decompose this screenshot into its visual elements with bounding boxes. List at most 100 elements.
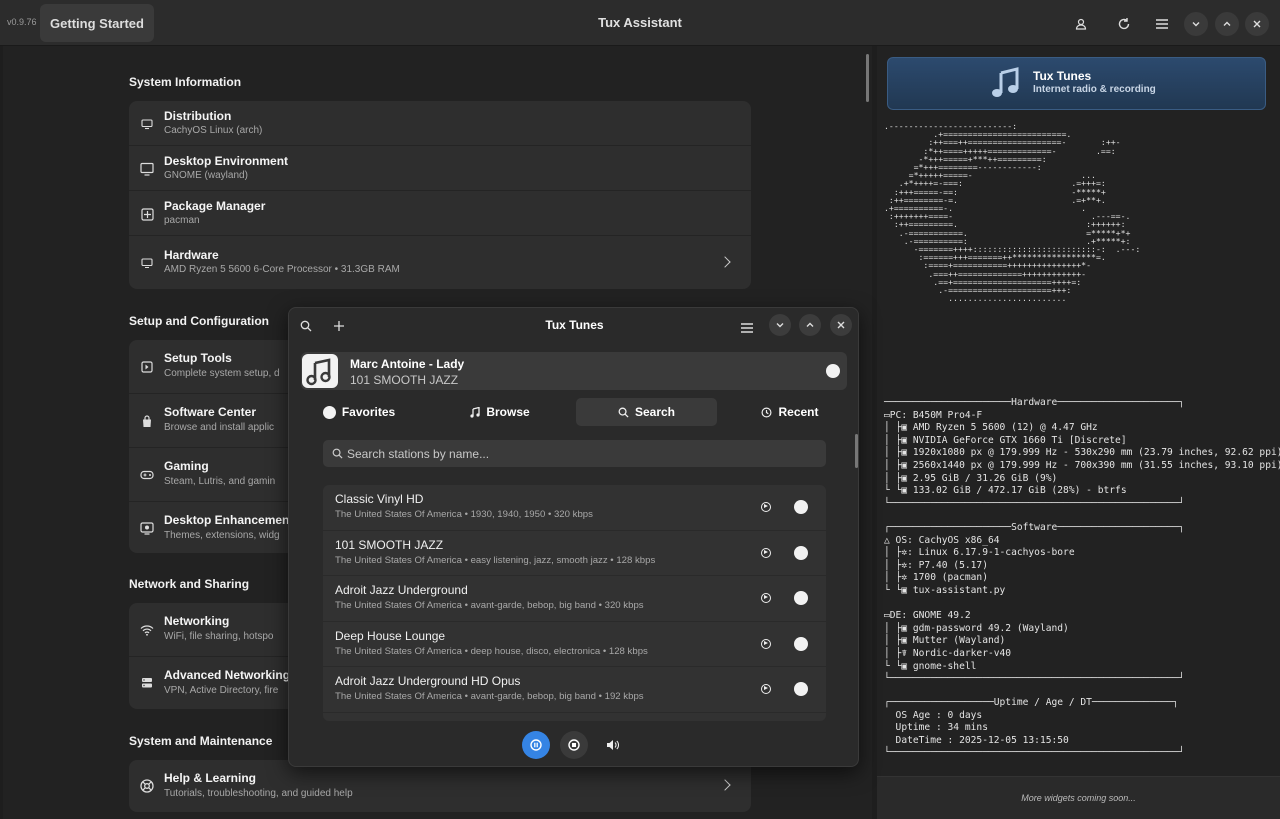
tux-tunes-title: Tux Tunes [1033,69,1092,83]
title-bar: v0.9.76 Getting Started Tux Assistant [0,0,1280,46]
row-title: Help & Learning [164,771,257,785]
row-subtitle: Complete system setup, d [164,368,280,379]
play-icon[interactable] [761,502,771,512]
fastfetch-uptime: ┌──────────────────Uptime / Age / DT────… [884,697,1185,759]
row-subtitle: Steam, Lutris, and gamin [164,476,276,487]
row-hardware[interactable]: Hardware AMD Ryzen 5 5600 6-Core Process… [129,236,751,289]
user-icon[interactable] [1069,12,1093,36]
tunes-tabs: Favorites Browse Search Recent [289,398,858,426]
tunes-scrollbar[interactable] [855,434,858,468]
tab-recent[interactable]: Recent [755,398,825,426]
station-list: Classic Vinyl HD The United States Of Am… [323,485,826,721]
favorite-toggle[interactable] [794,545,808,560]
favorite-toggle[interactable] [794,500,808,514]
desktop-enhance-icon [139,520,155,536]
getting-started-button[interactable]: Getting Started [40,4,154,42]
tab-label: Recent [778,405,819,419]
minimize-icon[interactable] [1184,12,1208,36]
tab-search[interactable]: Search [576,398,717,426]
section-title-system-information: System Information [129,75,242,89]
row-subtitle: CachyOS Linux (arch) [164,125,263,136]
row-subtitle: pacman [164,215,200,226]
maximize-icon[interactable] [799,314,821,336]
now-playing: Marc Antoine - Lady 101 SMOOTH JAZZ [301,352,847,390]
row-package-manager: Package Manager pacman [129,191,751,236]
station-name: Classic Vinyl HD [335,492,424,506]
station-name: Adroit Jazz Underground [335,583,468,597]
tab-label: Favorites [341,405,396,419]
row-subtitle: Themes, extensions, widg [164,530,280,541]
fastfetch-hardware: ──────────────────────Hardware──────────… [884,397,1280,509]
gamepad-icon [139,467,155,483]
maximize-icon[interactable] [1215,12,1239,36]
row-title: Networking [164,614,230,628]
list-item[interactable]: Deep House Lounge The United States Of A… [323,621,826,667]
distro-ascii-logo: .-------------------------: .+==========… [884,121,1141,304]
help-icon [139,778,155,794]
station-search-input[interactable] [347,440,817,467]
list-item[interactable]: Classic Vinyl HD The United States Of Am… [323,485,826,531]
row-title: Distribution [164,109,232,123]
close-icon[interactable] [830,314,852,336]
widgets-footer: More widgets coming soon... [877,776,1280,819]
tab-browse[interactable]: Browse [465,398,535,426]
menu-icon[interactable] [1150,12,1174,36]
shopping-bag-icon [139,413,155,429]
row-title: Desktop Enhancement [164,513,294,527]
play-icon[interactable] [761,547,771,558]
tab-favorites[interactable]: Favorites [319,398,399,426]
section-title-system-and-maintenance: System and Maintenance [129,734,273,748]
system-maintenance-card: Help & Learning Tutorials, troubleshooti… [129,760,751,812]
section-title-setup-and-configuration: Setup and Configuration [129,314,269,328]
play-icon[interactable] [761,638,771,649]
favorite-toggle[interactable] [794,636,808,651]
row-title: Gaming [164,459,209,473]
list-item[interactable] [323,712,826,721]
row-title: Software Center [164,405,257,419]
station-details: The United States Of America • 1930, 194… [335,509,593,520]
tab-label: Browse [486,405,530,419]
volume-button[interactable] [598,731,626,759]
list-item[interactable]: 101 SMOOTH JAZZ The United States Of Ame… [323,530,826,576]
volume-icon [606,740,619,750]
tab-label: Search [634,405,676,419]
package-icon [139,206,155,222]
app-title: Tux Assistant [598,15,682,30]
row-subtitle: WiFi, file sharing, hotspo [164,631,274,642]
system-information-card: Distribution CachyOS Linux (arch) Deskto… [129,101,751,289]
list-item[interactable]: Adroit Jazz Underground The United State… [323,576,826,622]
station-name: Deep House Lounge [335,628,446,643]
row-help-learning[interactable]: Help & Learning Tutorials, troubleshooti… [129,760,751,812]
main-scrollbar[interactable] [866,54,869,102]
pause-button[interactable] [522,731,550,759]
minimize-icon[interactable] [769,314,791,336]
music-note-icon [470,406,480,418]
station-name: 101 SMOOTH JAZZ [335,537,444,552]
display-icon [139,161,155,177]
menu-icon[interactable] [741,320,753,338]
play-icon[interactable] [761,684,771,694]
tux-tunes-launcher[interactable]: Tux Tunes Internet radio & recording [887,57,1266,110]
server-icon [139,675,155,691]
stop-icon [568,739,580,751]
stop-button[interactable] [560,731,588,759]
setup-icon [139,359,155,375]
row-desktop-environment: Desktop Environment GNOME (wayland) [129,146,751,191]
play-icon[interactable] [761,593,771,603]
close-icon[interactable] [1245,12,1269,36]
now-playing-station: 101 SMOOTH JAZZ [350,373,459,387]
row-title: Package Manager [164,199,266,213]
station-name: Adroit Jazz Underground HD Opus [335,674,521,688]
favorite-toggle[interactable] [794,591,808,605]
tux-tunes-window: Tux Tunes Marc Antoine - Lady 101 SMOOTH… [288,307,859,767]
row-subtitle: AMD Ryzen 5 5600 6-Core Processor • 31.3… [164,264,400,275]
circle-icon [322,405,336,419]
refresh-icon[interactable] [1112,12,1136,36]
station-details: The United States Of America • deep hous… [335,645,648,657]
monitor-icon [139,116,155,132]
favorite-toggle[interactable] [794,682,808,696]
row-subtitle: GNOME (wayland) [164,170,248,181]
list-item[interactable]: Adroit Jazz Underground HD Opus The Unit… [323,667,826,713]
favorite-toggle[interactable] [826,364,840,378]
row-title: Hardware [164,248,219,262]
